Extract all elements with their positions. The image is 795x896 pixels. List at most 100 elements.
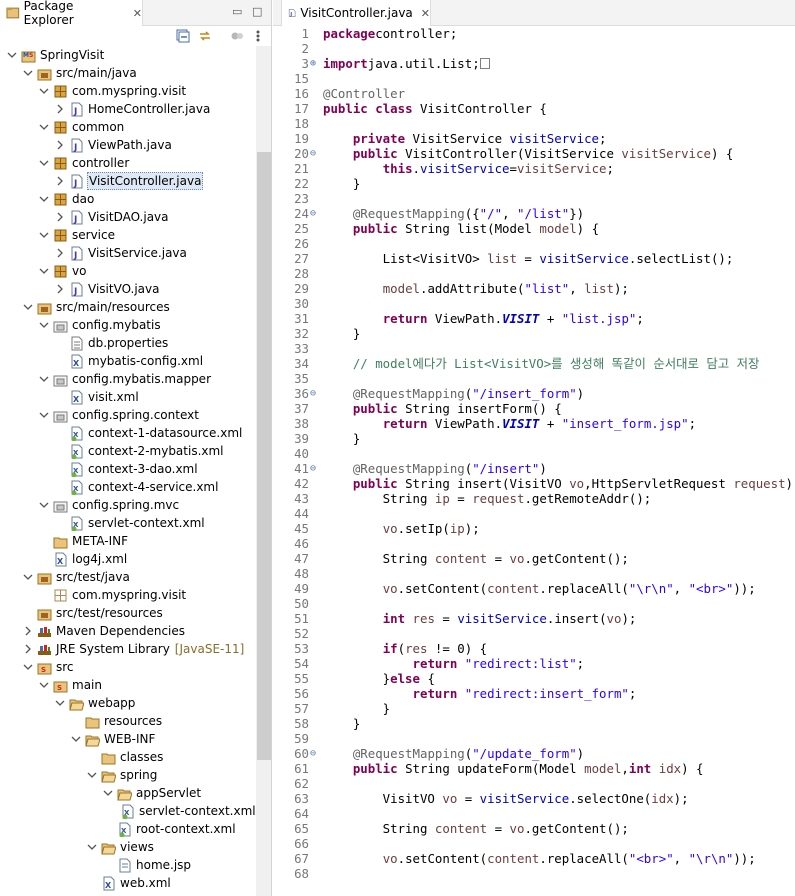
collapse-fold-icon[interactable]: ⊖ — [310, 146, 320, 161]
tab-visitcontroller-java[interactable]: J VisitController.java ✕ — [281, 0, 431, 26]
code-line[interactable]: 62 — [273, 776, 795, 791]
code-line[interactable]: 20 ⊖ public VisitController(VisitService … — [273, 146, 795, 161]
tree-item-classes[interactable]: classes — [0, 748, 256, 766]
code-line[interactable]: 26 — [273, 236, 795, 251]
code-line[interactable]: 32 } — [273, 326, 795, 341]
chevron-down-icon[interactable] — [38, 229, 50, 241]
chevron-down-icon[interactable] — [38, 373, 50, 385]
chevron-down-icon[interactable] — [38, 679, 50, 691]
code-line[interactable]: 56 return "redirect:insert_form"; — [273, 686, 795, 701]
code-line[interactable]: 48 — [273, 566, 795, 581]
tree-item-root-context-xml[interactable]: Xroot-context.xml — [0, 820, 256, 838]
chevron-down-icon[interactable] — [102, 787, 114, 799]
tree-item-com-myspring-visit[interactable]: com.myspring.visit — [0, 586, 256, 604]
explorer-scrollbar-thumb[interactable] — [257, 152, 271, 760]
code-line[interactable]: 40 — [273, 446, 795, 461]
code-line[interactable]: 63 VisitVO vo = visitService.selectOne(i… — [273, 791, 795, 806]
code-line[interactable]: 57 } — [273, 701, 795, 716]
tree-item-src-main-resources[interactable]: src/main/resources — [0, 298, 256, 316]
chevron-right-icon[interactable] — [54, 103, 66, 115]
code-line[interactable]: 31 return ViewPath.VISIT + "list.jsp"; — [273, 311, 795, 326]
tree-item-jre-system-library[interactable]: JRE System Library [JavaSE-11] — [0, 640, 256, 658]
code-line[interactable]: 25 public String list(Model model) { — [273, 221, 795, 236]
code-line[interactable]: 15 — [273, 71, 795, 86]
tree-item-src-main-java[interactable]: src/main/java — [0, 64, 256, 82]
code-line[interactable]: 1 packagecontroller; — [273, 26, 795, 41]
code-line[interactable]: 3 ⊕ importjava.util.List; — [273, 56, 795, 71]
code-line[interactable]: 64 — [273, 806, 795, 821]
code-line[interactable]: 58 } — [273, 716, 795, 731]
code-line[interactable]: 21 this.visitService=visitService; — [273, 161, 795, 176]
tree-item-visitdao-java[interactable]: J VisitDAO.java — [0, 208, 256, 226]
chevron-right-icon[interactable] — [54, 283, 66, 295]
chevron-down-icon[interactable] — [22, 301, 34, 313]
chevron-down-icon[interactable] — [38, 193, 50, 205]
tree-item-views[interactable]: views — [0, 838, 256, 856]
tree-item-config-mybatis[interactable]: config.mybatis — [0, 316, 256, 334]
tree-item-webapp[interactable]: webapp — [0, 694, 256, 712]
code-line[interactable]: 47 String content = vo.getContent(); — [273, 551, 795, 566]
filter-icon[interactable] — [230, 29, 244, 43]
collapse-fold-icon[interactable]: ⊖ — [310, 386, 320, 401]
tree-item-visitcontroller-java[interactable]: J VisitController.java — [0, 172, 256, 190]
tree-item-mybatis-config-xml[interactable]: Xmybatis-config.xml — [0, 352, 256, 370]
chevron-down-icon[interactable] — [38, 157, 50, 169]
tree-item-maven-dependencies[interactable]: Maven Dependencies — [0, 622, 256, 640]
chevron-down-icon[interactable] — [22, 67, 34, 79]
tree-item-resources[interactable]: resources — [0, 712, 256, 730]
code-line[interactable]: 22 } — [273, 176, 795, 191]
tree-item-log4j-xml[interactable]: Xlog4j.xml — [0, 550, 256, 568]
code-line[interactable]: 29 model.addAttribute("list", list); — [273, 281, 795, 296]
code-line[interactable]: 43 String ip = request.getRemoteAddr(); — [273, 491, 795, 506]
maximize-icon[interactable]: □ — [252, 5, 262, 18]
tree-item-spring[interactable]: spring — [0, 766, 256, 784]
code-line[interactable]: 33 — [273, 341, 795, 356]
tree-item-controller[interactable]: controller — [0, 154, 256, 172]
chevron-right-icon[interactable] — [54, 211, 66, 223]
code-line[interactable]: 28 — [273, 266, 795, 281]
tree-item-appservlet[interactable]: appServlet — [0, 784, 256, 802]
link-with-editor-icon[interactable] — [198, 29, 212, 43]
code-line[interactable]: 39 } — [273, 431, 795, 446]
tree-item-db-properties[interactable]: db.properties — [0, 334, 256, 352]
collapse-all-icon[interactable] — [176, 29, 190, 43]
tree-item-common[interactable]: common — [0, 118, 256, 136]
code-line[interactable]: 59 — [273, 731, 795, 746]
chevron-down-icon[interactable] — [6, 49, 18, 61]
code-line[interactable]: 27 List<VisitVO> list = visitService.sel… — [273, 251, 795, 266]
code-line[interactable]: 53 if(res != 0) { — [273, 641, 795, 656]
chevron-down-icon[interactable] — [70, 733, 82, 745]
tree-item-web-inf[interactable]: WEB-INF — [0, 730, 256, 748]
tree-item-visit-xml[interactable]: Xvisit.xml — [0, 388, 256, 406]
tree-item-src[interactable]: Ssrc — [0, 658, 256, 676]
expand-fold-icon[interactable]: ⊕ — [310, 56, 320, 71]
minimize-icon[interactable]: ▭ — [232, 5, 242, 18]
folded-imports-box[interactable] — [479, 58, 490, 69]
chevron-right-icon[interactable] — [54, 247, 66, 259]
code-line[interactable]: 34 // model에다가 List<VisitVO>를 생성해 똑같이 순서… — [273, 356, 795, 371]
code-line[interactable]: 17 public class VisitController { — [273, 101, 795, 116]
code-line[interactable]: 30 — [273, 296, 795, 311]
code-line[interactable]: 55 }else { — [273, 671, 795, 686]
chevron-down-icon[interactable] — [22, 661, 34, 673]
chevron-down-icon[interactable] — [86, 841, 98, 853]
chevron-down-icon[interactable] — [38, 85, 50, 97]
code-line[interactable]: 36 ⊖ @RequestMapping("/insert_form") — [273, 386, 795, 401]
tree-item-servlet-context-xml[interactable]: Xservlet-context.xml — [0, 802, 256, 820]
code-line[interactable]: 50 — [273, 596, 795, 611]
tree-item-config-spring-context[interactable]: config.spring.context — [0, 406, 256, 424]
tree-item-context-3-dao-xml[interactable]: Xcontext-3-dao.xml — [0, 460, 256, 478]
code-line[interactable]: 52 — [273, 626, 795, 641]
code-line[interactable]: 38 return ViewPath.VISIT + "insert_form.… — [273, 416, 795, 431]
tree-item-meta-inf[interactable]: META-INF — [0, 532, 256, 550]
tree-item-service[interactable]: service — [0, 226, 256, 244]
code-line[interactable]: 67 vo.setContent(content.replaceAll("<br… — [273, 851, 795, 866]
chevron-right-icon[interactable] — [22, 625, 34, 637]
code-line[interactable]: 45 vo.setIp(ip); — [273, 521, 795, 536]
code-line[interactable]: 54 return "redirect:list"; — [273, 656, 795, 671]
code-line[interactable]: 24 ⊖ @RequestMapping({"/", "/list"}) — [273, 206, 795, 221]
close-icon[interactable]: ✕ — [421, 7, 430, 20]
chevron-right-icon[interactable] — [22, 643, 34, 655]
tree-item-homecontroller-java[interactable]: J HomeController.java — [0, 100, 256, 118]
tree-item-config-mybatis-mapper[interactable]: config.mybatis.mapper — [0, 370, 256, 388]
